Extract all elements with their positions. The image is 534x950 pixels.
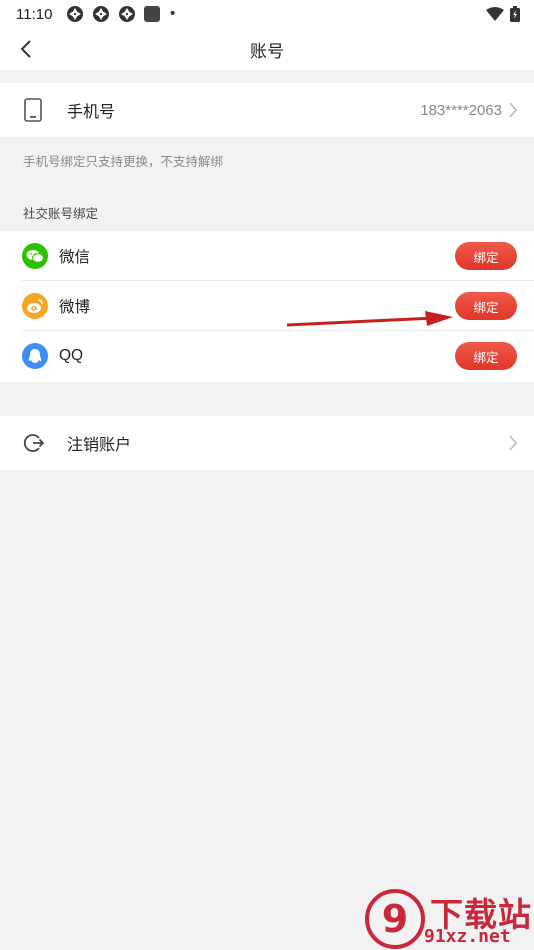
social-accounts-list: 微信 绑定 微博 绑定 QQ 绑定 <box>0 231 534 382</box>
status-time: 11:10 <box>16 5 53 23</box>
battery-icon <box>510 6 520 22</box>
social-item-label: QQ <box>59 347 84 364</box>
red-arrow-annotation <box>286 311 453 327</box>
watermark-logo: 9 下载站 91xz.net <box>364 888 534 950</box>
phone-icon <box>24 98 42 122</box>
status-bar: 11:10 • <box>0 0 534 28</box>
phone-number-row[interactable]: 手机号 183****2063 <box>0 83 534 137</box>
social-section-title: 社交账号绑定 <box>23 206 99 221</box>
back-button[interactable] <box>12 35 40 63</box>
qq-icon <box>22 343 48 369</box>
chevron-right-icon <box>509 102 518 118</box>
social-item-qq: QQ 绑定 <box>22 331 534 381</box>
aperture-icon <box>93 6 110 22</box>
cancel-account-label: 注销账户 <box>67 435 132 454</box>
cancel-account-row[interactable]: 注销账户 <box>0 416 534 470</box>
phone-value: 183****2063 <box>420 101 502 119</box>
wechat-icon <box>22 242 48 269</box>
bind-wechat-button[interactable]: 绑定 <box>455 242 517 270</box>
wifi-icon <box>486 7 504 21</box>
social-item-label: 微信 <box>59 247 91 266</box>
header-bar: 账号 <box>0 28 534 70</box>
notification-dot: • <box>168 6 177 22</box>
aperture-icon <box>67 6 84 22</box>
weibo-icon <box>22 292 48 319</box>
social-item-label: 微博 <box>59 297 91 316</box>
phone-label: 手机号 <box>67 102 116 121</box>
system-icons <box>486 6 520 22</box>
social-item-wechat: 微信 绑定 <box>22 231 534 281</box>
chevron-right-icon <box>509 435 518 451</box>
social-item-weibo: 微博 绑定 <box>22 281 534 331</box>
page-title: 账号 <box>250 41 284 62</box>
back-arrow-icon <box>20 40 31 58</box>
watermark-digit: 9 <box>382 897 408 941</box>
logout-icon <box>23 434 45 452</box>
aperture-icon <box>119 6 136 22</box>
watermark-text-bottom: 91xz.net <box>424 926 511 947</box>
notification-icons: • <box>66 5 177 23</box>
watermark-circle-icon: 9 <box>365 889 425 949</box>
phone-binding-note: 手机号绑定只支持更换，不支持解绑 <box>23 154 224 169</box>
bind-weibo-button[interactable]: 绑定 <box>455 292 517 320</box>
app-square-icon <box>144 6 161 22</box>
bind-qq-button[interactable]: 绑定 <box>455 342 517 370</box>
